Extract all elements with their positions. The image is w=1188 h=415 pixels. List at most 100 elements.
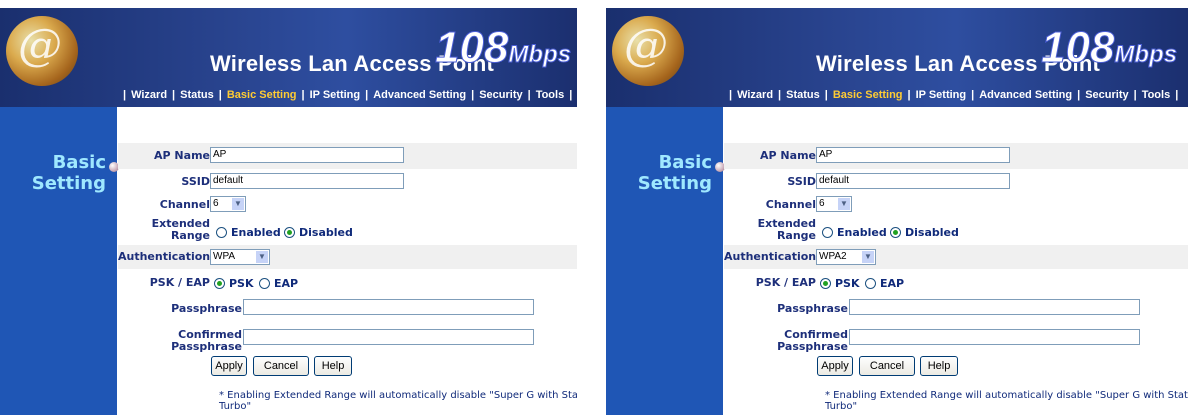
sidebar: Basic Setting: [0, 107, 117, 415]
channel-value: 6: [819, 198, 825, 209]
nav-separator: |: [778, 89, 782, 101]
extended-disabled-option[interactable]: Disabled: [284, 225, 353, 239]
speed-unit: Mbps: [1114, 41, 1178, 69]
apply-button[interactable]: Apply: [817, 356, 853, 376]
nav-separator: |: [527, 89, 531, 101]
header-banner: @ Wireless Lan Access Point 108Mbps | Wiz…: [0, 8, 577, 107]
passphrase-input[interactable]: [243, 299, 534, 315]
channel-label: Channel: [765, 198, 816, 211]
extended-range-note: * Enabling Extended Range will automatic…: [825, 390, 1188, 412]
radio-disabled[interactable]: [890, 226, 901, 238]
ssid-row: SSID default: [724, 169, 1188, 195]
eap-label: EAP: [880, 276, 905, 290]
nav-security[interactable]: Security: [479, 89, 522, 101]
nav-separator: |: [1175, 89, 1179, 101]
nav-status[interactable]: Status: [180, 89, 214, 101]
cancel-button[interactable]: Cancel: [253, 356, 309, 376]
passphrase-label: Passphrase: [171, 302, 242, 315]
nav-separator: |: [824, 89, 828, 101]
nav-basic-setting[interactable]: Basic Setting: [833, 89, 903, 101]
help-button[interactable]: Help: [314, 356, 352, 376]
ap-name-input[interactable]: AP: [210, 147, 404, 163]
confirmed-passphrase-input[interactable]: [243, 329, 534, 345]
nav-wizard[interactable]: Wizard: [737, 89, 773, 101]
passphrase-input[interactable]: [849, 299, 1140, 315]
authentication-label: Authentication: [118, 250, 211, 263]
nav-security[interactable]: Security: [1085, 89, 1128, 101]
authentication-row: Authentication WPA ▼: [118, 245, 577, 269]
nav-advanced-setting[interactable]: Advanced Setting: [979, 89, 1072, 101]
ap-name-label: AP Name: [154, 149, 210, 162]
radio-psk[interactable]: [820, 277, 831, 289]
sidebar-title-line2: Setting: [31, 173, 106, 194]
speed-unit: Mbps: [508, 41, 572, 69]
nav-separator: |: [729, 89, 733, 101]
extended-enabled-option[interactable]: Enabled: [822, 225, 887, 239]
channel-label: Channel: [159, 198, 210, 211]
radio-eap[interactable]: [865, 277, 876, 289]
radio-eap[interactable]: [259, 277, 270, 289]
nav-basic-setting[interactable]: Basic Setting: [227, 89, 297, 101]
authentication-row: Authentication WPA2 ▼: [724, 245, 1188, 269]
channel-select[interactable]: 6 ▼: [816, 196, 852, 212]
nav-separator: |: [1077, 89, 1081, 101]
chevron-down-icon: ▼: [862, 251, 874, 263]
radio-enabled[interactable]: [822, 226, 833, 238]
chevron-down-icon: ▼: [232, 198, 244, 210]
nav-separator: |: [218, 89, 222, 101]
psk-eap-row: PSK / EAP PSK EAP: [724, 269, 1188, 295]
psk-option[interactable]: PSK: [820, 276, 860, 290]
disabled-label: Disabled: [299, 225, 353, 239]
extended-range-row: Extended Range Enabled Disabled: [118, 215, 577, 245]
chevron-down-icon: ▼: [256, 251, 268, 263]
nav-advanced-setting[interactable]: Advanced Setting: [373, 89, 466, 101]
eap-option[interactable]: EAP: [259, 276, 298, 290]
sidebar-title: Basic Setting: [32, 152, 106, 194]
radio-psk[interactable]: [214, 277, 225, 289]
nav-separator: |: [365, 89, 369, 101]
ssid-input[interactable]: default: [816, 173, 1010, 189]
authentication-value: WPA: [213, 251, 236, 262]
psk-option[interactable]: PSK: [214, 276, 254, 290]
apply-button[interactable]: Apply: [211, 356, 247, 376]
sidebar-title-line2: Setting: [637, 173, 712, 194]
nav-ip-setting[interactable]: IP Setting: [916, 89, 967, 101]
at-logo: @: [18, 20, 62, 71]
extended-label-line2: Range: [776, 229, 816, 242]
nav-wizard[interactable]: Wizard: [131, 89, 167, 101]
extended-enabled-option[interactable]: Enabled: [216, 225, 281, 239]
enabled-label: Enabled: [231, 225, 281, 239]
nav-ip-setting[interactable]: IP Setting: [310, 89, 361, 101]
authentication-value: WPA2: [819, 251, 847, 262]
eap-option[interactable]: EAP: [865, 276, 904, 290]
confirmed-passphrase-row: Confirmed Passphrase: [118, 327, 577, 355]
header-banner: @ Wireless Lan Access Point 108Mbps | Wiz…: [606, 8, 1188, 107]
psk-eap-label: PSK / EAP: [755, 276, 816, 289]
note-line1: * Enabling Extended Range will automatic…: [825, 390, 1188, 401]
extended-range-row: Extended Range Enabled Disabled: [724, 215, 1188, 245]
cancel-button[interactable]: Cancel: [859, 356, 915, 376]
extended-disabled-option[interactable]: Disabled: [890, 225, 959, 239]
channel-row: Channel 6 ▼: [724, 195, 1188, 215]
help-button[interactable]: Help: [920, 356, 958, 376]
authentication-select[interactable]: WPA ▼: [210, 249, 270, 265]
sidebar-title-line1: Basic: [658, 152, 712, 173]
psk-label: PSK: [835, 276, 860, 290]
nav-tools[interactable]: Tools: [536, 89, 565, 101]
speed-number: 108: [434, 23, 509, 73]
nav-tools[interactable]: Tools: [1142, 89, 1171, 101]
confirmed-passphrase-input[interactable]: [849, 329, 1140, 345]
radio-enabled[interactable]: [216, 226, 227, 238]
sidebar: Basic Setting: [606, 107, 723, 415]
left-screenshot-panel: @ Wireless Lan Access Point 108Mbps | Wiz…: [0, 0, 577, 415]
radio-disabled[interactable]: [284, 226, 295, 238]
ssid-row: SSID default: [118, 169, 577, 195]
sidebar-title: Basic Setting: [638, 152, 712, 194]
authentication-select[interactable]: WPA2 ▼: [816, 249, 876, 265]
ssid-input[interactable]: default: [210, 173, 404, 189]
nav-status[interactable]: Status: [786, 89, 820, 101]
channel-select[interactable]: 6 ▼: [210, 196, 246, 212]
extended-label-line2: Range: [170, 229, 210, 242]
ap-name-input[interactable]: AP: [816, 147, 1010, 163]
basic-setting-form: AP Name AP SSID default Channel 6 ▼ Exten…: [724, 107, 1188, 415]
